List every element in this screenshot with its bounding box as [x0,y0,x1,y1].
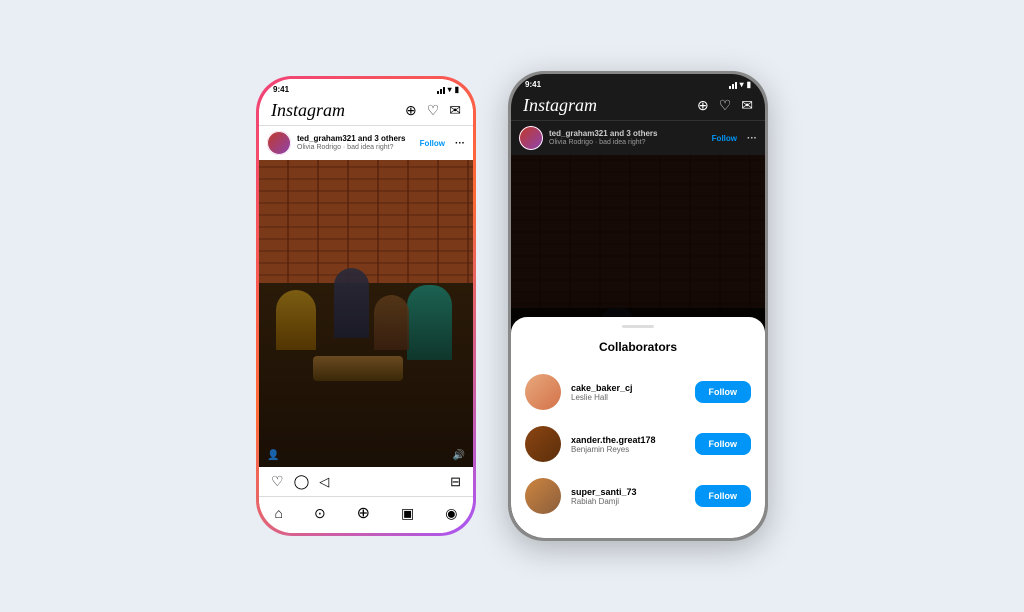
image-icons-1: 👤 🔊 [267,450,465,461]
collab-name-2: Benjamin Reyes [571,445,685,454]
add-post-icon[interactable]: ⊕ [405,102,417,119]
follow-btn-header-2[interactable]: Follow [708,132,741,145]
signal-bar-1 [437,91,439,94]
person-tag-icon: 👤 [267,450,279,461]
phone-1: 9:41 ▾ ▮ Instagram ⊕ [256,76,476,536]
app-logo-1: Instagram [271,100,345,121]
avatar-image-2 [519,126,543,150]
poster-avatar-1[interactable] [267,131,291,155]
person-silhouette-1 [276,290,316,350]
status-icons-2: ▾ ▮ [729,80,751,89]
collab-info-1: cake_baker_cj Leslie Hall [571,383,685,402]
nav-bar-1: Instagram ⊕ ♡ ✉ [259,96,473,126]
share-icon[interactable]: ◁ [319,474,329,490]
status-bar-1: 9:41 ▾ ▮ [259,79,473,96]
person-silhouette-2 [334,268,369,338]
phone-2: 9:41 ▾ ▮ Instagram ⊕ [508,71,768,541]
phone1-screen: 9:41 ▾ ▮ Instagram ⊕ [259,79,473,533]
more-btn-2[interactable]: ··· [747,133,757,144]
battery-icon-2: ▮ [747,80,751,89]
post-username-2: ted_graham321 and 3 others [549,129,702,139]
heart-nav-icon[interactable]: ♡ [427,102,440,119]
nav-bar-2: Instagram ⊕ ♡ ✉ [511,91,765,121]
heart-nav-icon-2[interactable]: ♡ [719,97,732,114]
table-1 [313,356,403,381]
post-info-1: ted_graham321 and 3 others Olivia Rodrig… [297,134,410,152]
follow-button-3[interactable]: Follow [695,485,752,507]
save-icon[interactable]: ⊟ [450,474,461,490]
app-logo-2: Instagram [523,95,597,116]
signal-bar-2-1 [729,86,731,89]
signal-bar-2-2 [732,84,734,89]
poster-avatar-2[interactable] [519,126,543,150]
signal-bar-2-3 [735,82,737,89]
post-subtitle-2: Olivia Rodrigo · bad idea right? [549,139,702,147]
like-icon[interactable]: ♡ [271,473,284,490]
collab-name-3: Rabiah Damji [571,497,685,506]
collab-avatar-2[interactable] [525,426,561,462]
post-subtitle-1: Olivia Rodrigo · bad idea right? [297,144,410,152]
post-image-1: 👤 🔊 [259,160,473,467]
post-header-1: ted_graham321 and 3 others Olivia Rodrig… [259,126,473,160]
phone2-screen: 9:41 ▾ ▮ Instagram ⊕ [511,74,765,538]
add-post-icon-2[interactable]: ⊕ [697,97,709,114]
time-1: 9:41 [273,85,289,94]
comment-icon[interactable]: ◯ [294,473,310,490]
person-silhouette-3 [407,285,452,360]
messenger-icon[interactable]: ✉ [449,102,461,119]
avatar-image-1 [267,131,291,155]
post-username-1: ted_graham321 and 3 others [297,134,410,144]
post-header-2: ted_graham321 and 3 others Olivia Rodrig… [511,121,765,155]
collaborator-item-3: super_santi_73 Rabiah Damji Follow [511,470,765,522]
collab-avatar-3[interactable] [525,478,561,514]
status-icons-1: ▾ ▮ [437,85,459,94]
messenger-icon-2[interactable]: ✉ [741,97,753,114]
nav-icons-1: ⊕ ♡ ✉ [405,102,461,119]
collab-info-2: xander.the.great178 Benjamin Reyes [571,435,685,454]
collab-username-2[interactable]: xander.the.great178 [571,435,685,445]
bottom-nav-1: ⌂ ⊙ ⊕ ▣ ◉ [259,496,473,533]
home-icon[interactable]: ⌂ [274,505,282,521]
signal-bar-3 [443,87,445,94]
collab-username-1[interactable]: cake_baker_cj [571,383,685,393]
volume-icon[interactable]: 🔊 [453,450,465,461]
scene-1 [259,160,473,467]
collab-name-1: Leslie Hall [571,393,685,402]
follow-button-2[interactable]: Follow [695,433,752,455]
sheet-title: Collaborators [511,340,765,354]
reels-icon[interactable]: ▣ [401,505,414,522]
signal-icon [437,86,445,94]
action-bar-1: ♡ ◯ ◁ ⊟ [259,467,473,496]
profile-icon[interactable]: ◉ [445,505,457,522]
collab-avatar-1[interactable] [525,374,561,410]
status-bar-2: 9:41 ▾ ▮ [511,74,765,91]
signal-bar-2 [440,89,442,94]
follow-button-1[interactable]: Follow [695,381,752,403]
add-icon[interactable]: ⊕ [357,503,370,523]
post-image-2: Collaborators cake_baker_cj Leslie Hall … [511,155,765,538]
wifi-icon: ▾ [448,85,452,94]
time-2: 9:41 [525,80,541,89]
wifi-icon-2: ▾ [740,80,744,89]
follow-btn-header-1[interactable]: Follow [416,137,449,150]
collab-info-3: super_santi_73 Rabiah Damji [571,487,685,506]
nav-icons-2: ⊕ ♡ ✉ [697,97,753,114]
bottom-sheet: Collaborators cake_baker_cj Leslie Hall … [511,317,765,538]
action-left-1: ♡ ◯ ◁ [271,473,329,490]
sheet-handle [622,325,654,328]
more-btn-1[interactable]: ··· [455,138,465,149]
collab-username-3[interactable]: super_santi_73 [571,487,685,497]
post-info-2: ted_graham321 and 3 others Olivia Rodrig… [549,129,702,147]
collaborator-item-2: xander.the.great178 Benjamin Reyes Follo… [511,418,765,470]
collaborator-item-1: cake_baker_cj Leslie Hall Follow [511,366,765,418]
search-icon[interactable]: ⊙ [314,505,326,522]
signal-icon-2 [729,81,737,89]
battery-icon: ▮ [455,85,459,94]
person-silhouette-4 [374,295,409,350]
